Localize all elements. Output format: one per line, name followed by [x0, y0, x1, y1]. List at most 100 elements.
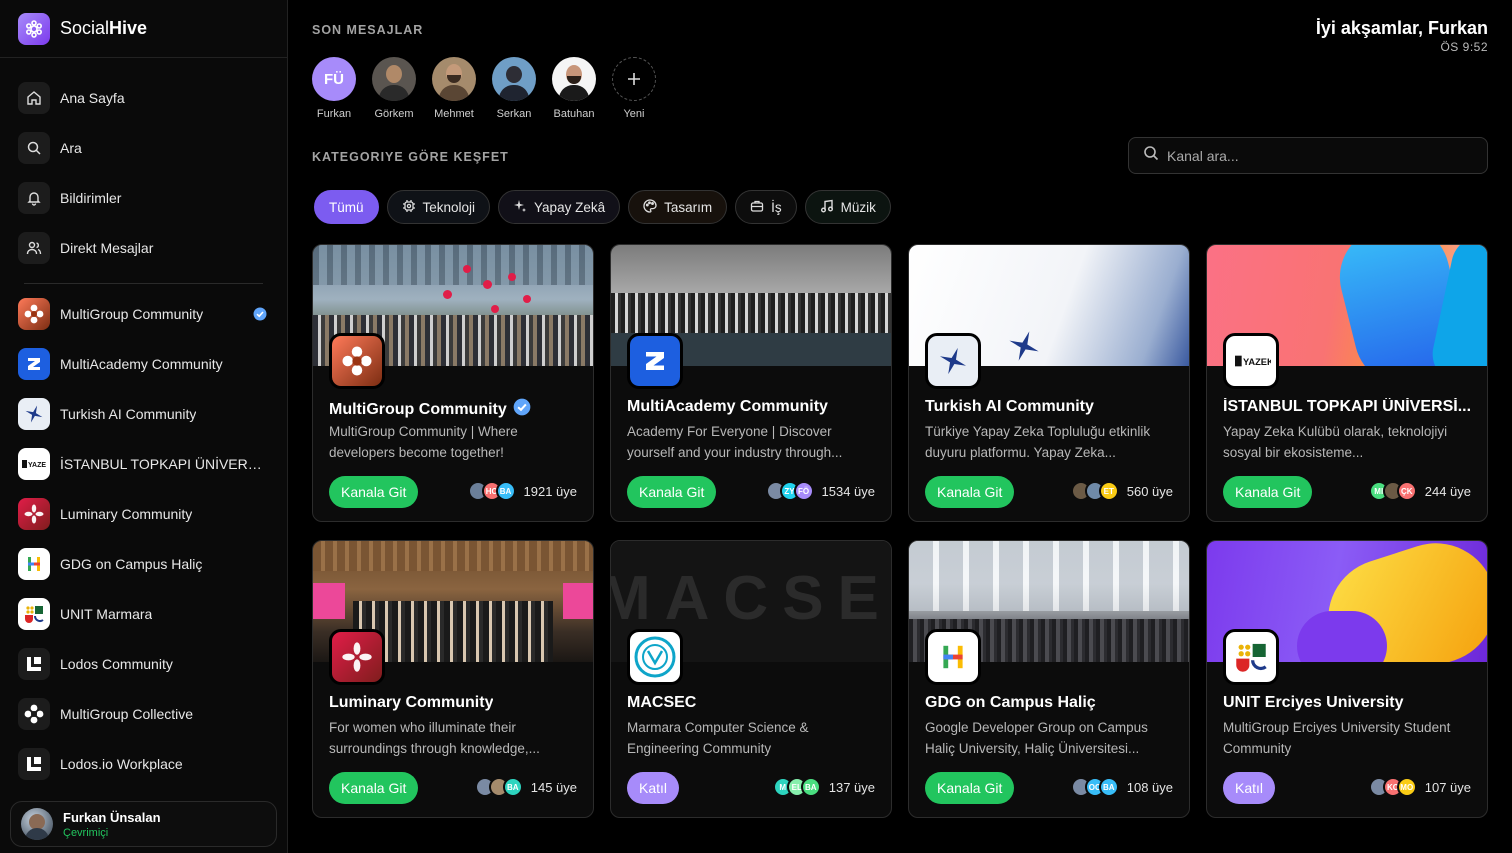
sidebar-divider [24, 283, 263, 284]
member-summary: ZY FÖ 1534 üye [765, 481, 875, 501]
sidebar-item-luminary[interactable]: Luminary Community [0, 489, 287, 539]
card-description: MultiGroup Erciyes University Student Co… [1223, 720, 1451, 756]
story-name: Görkem [374, 108, 414, 120]
lodos-workplace-logo-icon [18, 748, 50, 780]
svg-text:YAZEK: YAZEK [28, 462, 46, 469]
nav-label: Bildirimler [60, 190, 122, 206]
gdg-logo-icon [925, 629, 981, 685]
sidebar-item-multigroup-community[interactable]: MultiGroup Community [0, 289, 287, 339]
lodos-logo-icon [18, 648, 50, 680]
community-card[interactable]: YAZEK İSTANBUL TOPKAPI ÜNİVERSİ... Yapay… [1206, 244, 1488, 522]
member-count: 560 üye [1126, 483, 1173, 499]
search-input[interactable] [1167, 147, 1467, 164]
sidebar-item-label: MultiGroup Community [60, 306, 204, 322]
story-serkan[interactable]: Serkan [492, 57, 536, 120]
multigroup-logo-icon [18, 298, 50, 330]
unit-logo-icon [18, 598, 50, 630]
card-title: MultiGroup Community [329, 398, 531, 421]
sidebar-item-label: Lodos Community [60, 656, 173, 672]
go-to-channel-button[interactable]: Kanala Git [925, 772, 1015, 804]
community-card[interactable]: UNIT Erciyes University MultiGroup Erciy… [1206, 540, 1488, 818]
luminary-logo-icon [18, 498, 50, 530]
profile-status: Çevrimiçi [63, 826, 109, 839]
story-batuhan[interactable]: Batuhan [552, 57, 596, 120]
filter-business[interactable]: İş [735, 190, 797, 224]
card-title: İSTANBUL TOPKAPI ÜNİVERSİ... [1223, 398, 1472, 415]
briefcase-icon [750, 199, 764, 216]
avatar [21, 808, 53, 840]
chip-label: Tasarım [664, 199, 713, 215]
bell-icon [18, 182, 50, 214]
sidebar-item-istanbul-topkapi[interactable]: YAZEK İSTANBUL TOPKAPI ÜNİVERSİ... [0, 439, 287, 489]
join-button[interactable]: Katıl [627, 772, 680, 804]
sidebar-item-label: İSTANBUL TOPKAPI ÜNİVERSİ... [60, 456, 270, 472]
multiacademy-logo-icon [18, 348, 50, 380]
community-card[interactable]: MACSEC MACSEC Marmara Computer Science &… [610, 540, 892, 818]
channel-search[interactable] [1128, 137, 1488, 174]
multigroup-collective-logo-icon [18, 698, 50, 730]
sparkle-icon [513, 199, 527, 216]
story-gorkem[interactable]: Görkem [372, 57, 416, 120]
community-card[interactable]: Luminary Community For women who illumin… [312, 540, 594, 818]
filter-ai[interactable]: Yapay Zekâ [498, 190, 621, 224]
story-new[interactable]: Yeni [612, 57, 656, 120]
member-count: 1921 üye [523, 483, 578, 499]
card-title: GDG on Campus Haliç [925, 694, 1096, 711]
member-avatar: BA [1098, 777, 1119, 797]
cover-watermark: MACSEC [611, 564, 891, 633]
community-card[interactable]: Turkish AI Community Türkiye Yapay Zeka … [908, 244, 1190, 522]
story-name: Mehmet [434, 108, 474, 120]
filter-technology[interactable]: Teknoloji [386, 190, 491, 224]
card-title: Luminary Community [329, 694, 494, 711]
sidebar-item-turkish-ai[interactable]: Turkish AI Community [0, 389, 287, 439]
chip-label: İş [771, 199, 782, 215]
palette-icon [643, 198, 657, 216]
member-summary: M EL BA 137 üye [772, 777, 875, 797]
sidebar-item-lodos-workplace[interactable]: Lodos.io Workplace [0, 739, 287, 789]
member-avatar: BA [502, 777, 523, 797]
svg-text:YAZEK: YAZEK [1243, 357, 1271, 367]
filter-all[interactable]: Tümü [314, 190, 379, 224]
member-avatar: ET [1098, 481, 1119, 501]
chip-label: Müzik [840, 199, 876, 215]
sidebar-item-label: Luminary Community [60, 506, 193, 522]
card-description: Academy For Everyone | Discover yourself… [627, 424, 843, 460]
go-to-channel-button[interactable]: Kanala Git [329, 772, 419, 804]
nav-notifications[interactable]: Bildirimler [0, 173, 287, 223]
unit-logo-icon [1223, 629, 1279, 685]
nav-direct-messages[interactable]: Direkt Mesajlar [0, 223, 287, 273]
sidebar-item-gdg-halic[interactable]: GDG on Campus Haliç [0, 539, 287, 589]
sidebar-item-multigroup-collective[interactable]: MultiGroup Collective [0, 689, 287, 739]
member-count: 107 üye [1424, 779, 1471, 795]
profile-card[interactable]: Furkan Ünsalan Çevrimiçi [10, 801, 277, 847]
nav-search[interactable]: Ara [0, 123, 287, 173]
community-card[interactable]: GDG on Campus Haliç Google Developer Gro… [908, 540, 1190, 818]
story-furkan[interactable]: FÜ Furkan [312, 57, 356, 120]
nav-label: Ara [60, 140, 82, 156]
sidebar-item-unit-marmara[interactable]: UNIT Marmara [0, 589, 287, 639]
sidebar-item-multiacademy-community[interactable]: MultiAcademy Community [0, 339, 287, 389]
story-mehmet[interactable]: Mehmet [432, 57, 476, 120]
filter-design[interactable]: Tasarım [628, 190, 728, 224]
go-to-channel-button[interactable]: Kanala Git [1223, 476, 1313, 508]
filter-music[interactable]: Müzik [804, 190, 891, 224]
card-description: Yapay Zeka Kulübü olarak, teknolojiyi so… [1223, 424, 1448, 460]
story-name: Yeni [623, 108, 645, 120]
community-card[interactable]: MultiGroup Community MultiGroup Communit… [312, 244, 594, 522]
card-title: MultiAcademy Community [627, 398, 828, 415]
brand[interactable]: SocialHive [0, 0, 287, 58]
member-summary: ET 560 üye [1070, 481, 1173, 501]
community-card[interactable]: MultiAcademy Community Academy For Every… [610, 244, 892, 522]
chip-label: Teknoloji [422, 199, 476, 215]
go-to-channel-button[interactable]: Kanala Git [329, 476, 419, 508]
sidebar-item-lodos[interactable]: Lodos Community [0, 639, 287, 689]
member-count: 137 üye [828, 779, 875, 795]
nav-home[interactable]: Ana Sayfa [0, 73, 287, 123]
card-description: MultiGroup Community | Where developers … [329, 424, 518, 460]
go-to-channel-button[interactable]: Kanala Git [627, 476, 717, 508]
member-summary: HC BA 1921 üye [467, 481, 578, 501]
chip-label: Yapay Zekâ [534, 199, 606, 215]
go-to-channel-button[interactable]: Kanala Git [925, 476, 1015, 508]
join-button[interactable]: Katıl [1223, 772, 1276, 804]
member-summary: OC BA 108 üye [1070, 777, 1173, 797]
